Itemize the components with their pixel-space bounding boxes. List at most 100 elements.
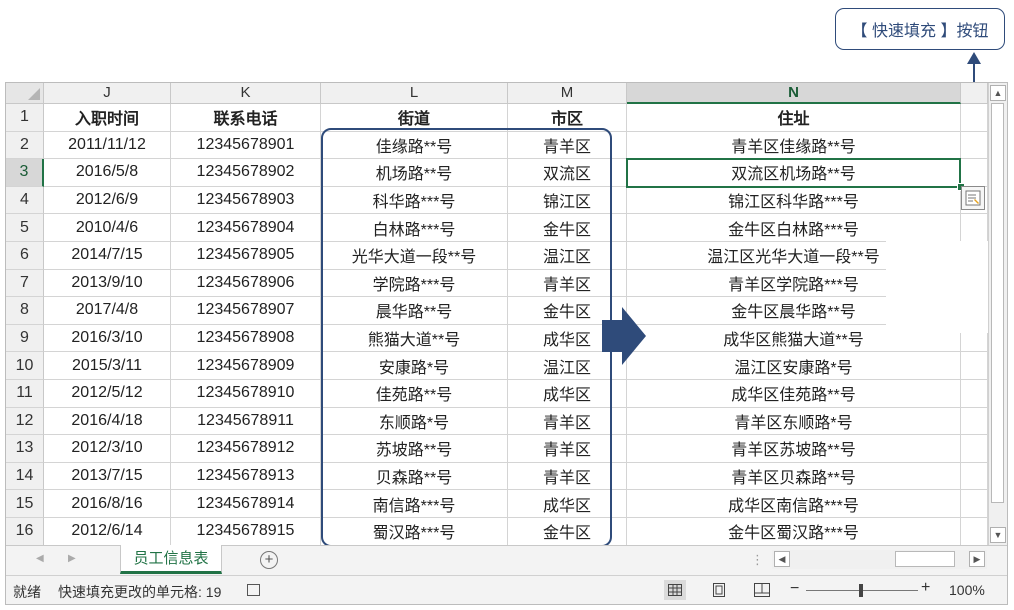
cell-l11[interactable]: 佳苑路**号 bbox=[321, 380, 508, 408]
cell-j15[interactable]: 2016/8/16 bbox=[44, 490, 171, 518]
cell-m13[interactable]: 青羊区 bbox=[508, 435, 627, 463]
quick-fill-options-button[interactable] bbox=[961, 186, 985, 210]
cell-j2[interactable]: 2011/11/12 bbox=[44, 131, 171, 160]
cell-n2[interactable]: 青羊区佳缘路**号 bbox=[627, 131, 961, 160]
cell-o10[interactable] bbox=[961, 352, 988, 380]
cell-o15[interactable] bbox=[961, 490, 988, 518]
page-break-preview-icon[interactable] bbox=[751, 580, 773, 600]
cell-k7[interactable]: 12345678906 bbox=[171, 269, 321, 298]
column-header-blank[interactable] bbox=[961, 83, 988, 104]
prev-sheet-icon[interactable]: ◀ bbox=[36, 553, 44, 564]
cell-o14[interactable] bbox=[961, 462, 988, 491]
cell-m7[interactable]: 青羊区 bbox=[508, 269, 627, 298]
tab-splitter-handle[interactable]: ⋮ bbox=[751, 552, 764, 568]
cell-k12[interactable]: 12345678911 bbox=[171, 407, 321, 436]
row-header-10[interactable]: 10 bbox=[6, 352, 44, 380]
cell-l10[interactable]: 安康路*号 bbox=[321, 352, 508, 380]
cell-o2[interactable] bbox=[961, 131, 988, 160]
zoom-in-button[interactable]: + bbox=[921, 579, 930, 597]
column-header-l[interactable]: L bbox=[321, 83, 508, 104]
row-header-4[interactable]: 4 bbox=[6, 186, 44, 215]
cell-m12[interactable]: 青羊区 bbox=[508, 407, 627, 436]
cell-k9[interactable]: 12345678908 bbox=[171, 324, 321, 353]
cell-n4[interactable]: 锦江区科华路***号 bbox=[627, 186, 961, 215]
cell-k10[interactable]: 12345678909 bbox=[171, 352, 321, 380]
row-header-1[interactable]: 1 bbox=[6, 104, 44, 132]
cell-m4[interactable]: 锦江区 bbox=[508, 186, 627, 215]
column-header-j[interactable]: J bbox=[44, 83, 171, 104]
cell-j4[interactable]: 2012/6/9 bbox=[44, 186, 171, 215]
scroll-left-button[interactable]: ◀ bbox=[774, 551, 790, 567]
row-header-14[interactable]: 14 bbox=[6, 462, 44, 491]
row-header-12[interactable]: 12 bbox=[6, 407, 44, 436]
zoom-level[interactable]: 100% bbox=[949, 582, 985, 598]
cell-l9[interactable]: 熊猫大道**号 bbox=[321, 324, 508, 353]
cell-m11[interactable]: 成华区 bbox=[508, 380, 627, 408]
cell-j12[interactable]: 2016/4/18 bbox=[44, 407, 171, 436]
header-cell-n[interactable]: 住址 bbox=[627, 104, 961, 132]
cell-j14[interactable]: 2013/7/15 bbox=[44, 462, 171, 491]
column-header-n[interactable]: N bbox=[627, 83, 961, 104]
cell-k16[interactable]: 12345678915 bbox=[171, 518, 321, 546]
row-header-8[interactable]: 8 bbox=[6, 297, 44, 325]
cell-l13[interactable]: 苏坡路**号 bbox=[321, 435, 508, 463]
cell-m16[interactable]: 金牛区 bbox=[508, 518, 627, 546]
cell-n14[interactable]: 青羊区贝森路**号 bbox=[627, 462, 961, 491]
macro-record-icon[interactable] bbox=[247, 584, 260, 596]
header-cell-j[interactable]: 入职时间 bbox=[44, 104, 171, 132]
zoom-slider-thumb[interactable] bbox=[859, 584, 863, 597]
cell-k15[interactable]: 12345678914 bbox=[171, 490, 321, 518]
cell-l12[interactable]: 东顺路*号 bbox=[321, 407, 508, 436]
cell-n16[interactable]: 金牛区蜀汉路***号 bbox=[627, 518, 961, 546]
horizontal-scroll-thumb[interactable] bbox=[895, 551, 955, 567]
cell-m6[interactable]: 温江区 bbox=[508, 242, 627, 270]
cell-o5[interactable] bbox=[961, 214, 988, 242]
page-layout-icon[interactable] bbox=[708, 580, 730, 600]
row-header-7[interactable]: 7 bbox=[6, 269, 44, 298]
row-header-5[interactable]: 5 bbox=[6, 214, 44, 242]
cell-n3[interactable]: 双流区机场路**号 bbox=[627, 159, 961, 187]
cell-j10[interactable]: 2015/3/11 bbox=[44, 352, 171, 380]
cell-o12[interactable] bbox=[961, 407, 988, 436]
row-header-6[interactable]: 6 bbox=[6, 242, 44, 270]
cell-j6[interactable]: 2014/7/15 bbox=[44, 242, 171, 270]
cell-l4[interactable]: 科华路***号 bbox=[321, 186, 508, 215]
cell-j7[interactable]: 2013/9/10 bbox=[44, 269, 171, 298]
column-header-k[interactable]: K bbox=[171, 83, 321, 104]
cell-l16[interactable]: 蜀汉路***号 bbox=[321, 518, 508, 546]
row-header-16[interactable]: 16 bbox=[6, 518, 44, 546]
cell-n13[interactable]: 青羊区苏坡路**号 bbox=[627, 435, 961, 463]
cell-l7[interactable]: 学院路***号 bbox=[321, 269, 508, 298]
cell-j9[interactable]: 2016/3/10 bbox=[44, 324, 171, 353]
cell-n10[interactable]: 温江区安康路*号 bbox=[627, 352, 961, 380]
header-cell-m[interactable]: 市区 bbox=[508, 104, 627, 132]
cell-k13[interactable]: 12345678912 bbox=[171, 435, 321, 463]
cell-o1[interactable] bbox=[961, 104, 988, 132]
row-header-15[interactable]: 15 bbox=[6, 490, 44, 518]
cell-m5[interactable]: 金牛区 bbox=[508, 214, 627, 242]
cell-j8[interactable]: 2017/4/8 bbox=[44, 297, 171, 325]
cell-k4[interactable]: 12345678903 bbox=[171, 186, 321, 215]
cell-n12[interactable]: 青羊区东顺路*号 bbox=[627, 407, 961, 436]
cell-j5[interactable]: 2010/4/6 bbox=[44, 214, 171, 242]
row-header-3[interactable]: 3 bbox=[6, 159, 44, 187]
zoom-out-button[interactable]: − bbox=[790, 580, 799, 598]
cell-j11[interactable]: 2012/5/12 bbox=[44, 380, 171, 408]
cell-m15[interactable]: 成华区 bbox=[508, 490, 627, 518]
cell-j13[interactable]: 2012/3/10 bbox=[44, 435, 171, 463]
select-all-corner[interactable] bbox=[6, 83, 44, 104]
cell-l6[interactable]: 光华大道一段**号 bbox=[321, 242, 508, 270]
cell-n11[interactable]: 成华区佳苑路**号 bbox=[627, 380, 961, 408]
add-sheet-icon[interactable]: + bbox=[260, 551, 278, 569]
cell-l14[interactable]: 贝森路**号 bbox=[321, 462, 508, 491]
row-header-2[interactable]: 2 bbox=[6, 131, 44, 160]
header-cell-k[interactable]: 联系电话 bbox=[171, 104, 321, 132]
cell-k5[interactable]: 12345678904 bbox=[171, 214, 321, 242]
row-header-9[interactable]: 9 bbox=[6, 324, 44, 353]
cell-m14[interactable]: 青羊区 bbox=[508, 462, 627, 491]
column-header-m[interactable]: M bbox=[508, 83, 627, 104]
cell-o16[interactable] bbox=[961, 518, 988, 546]
horizontal-scrollbar[interactable]: ◀ ▶ bbox=[772, 550, 987, 569]
cell-n15[interactable]: 成华区南信路***号 bbox=[627, 490, 961, 518]
scroll-up-button[interactable]: ▲ bbox=[990, 85, 1006, 101]
